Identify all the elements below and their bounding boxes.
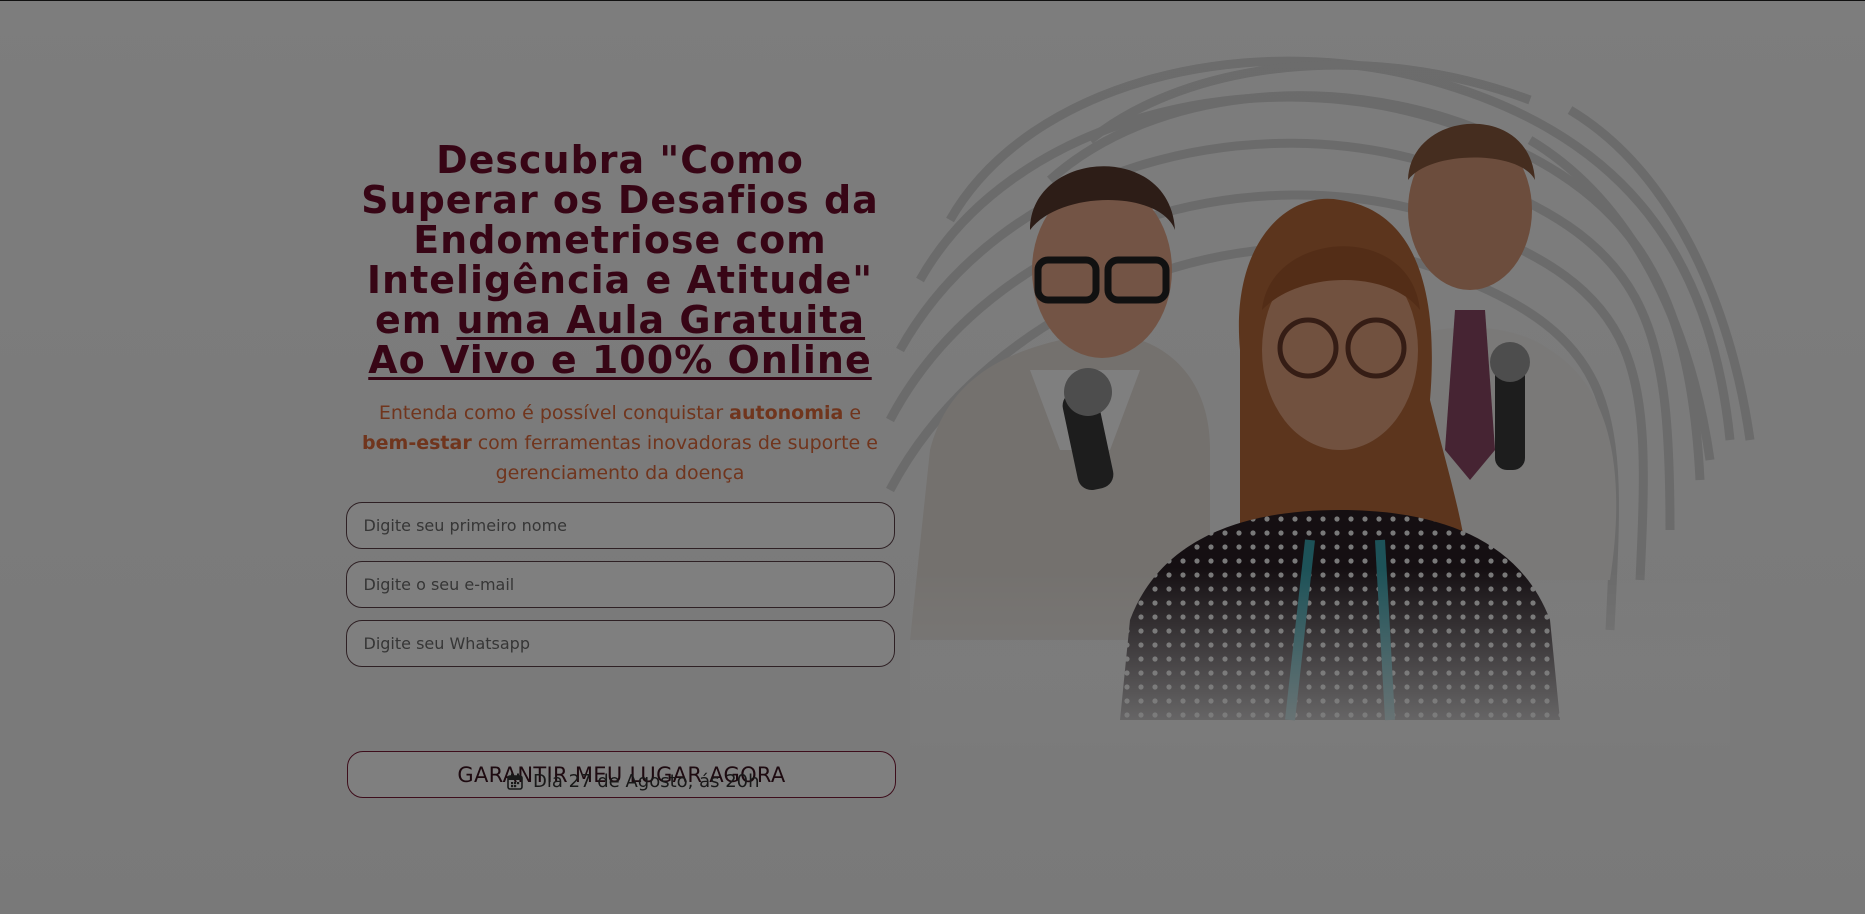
landing-page: Descubra "Como Superar os Desafios da En… <box>0 0 1865 914</box>
modal-backdrop[interactable] <box>0 0 1865 914</box>
